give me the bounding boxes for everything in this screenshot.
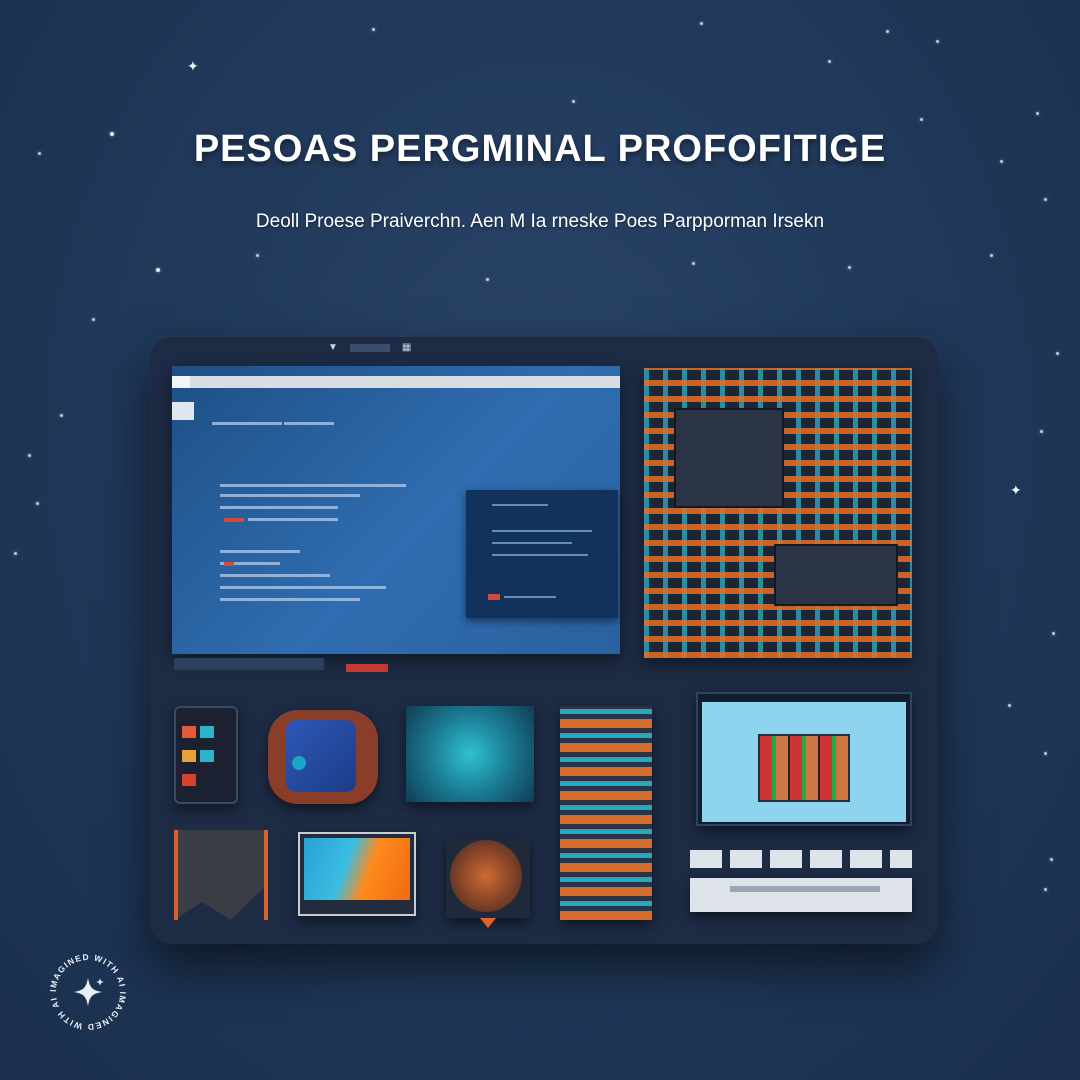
phone-mockup bbox=[174, 706, 238, 804]
page-title: PESOAS PERGMINAL PROFOFITIGE bbox=[193, 128, 887, 170]
small-sparkle-icon bbox=[96, 978, 104, 986]
status-indicator bbox=[346, 664, 388, 672]
app-badge bbox=[292, 756, 306, 770]
ui-showcase-panel: ▼ ▦ bbox=[150, 336, 938, 944]
stacked-layers-tile bbox=[560, 706, 652, 920]
texture-tile-frame bbox=[174, 830, 268, 920]
dialog-line bbox=[492, 504, 548, 506]
star-decoration bbox=[1052, 632, 1055, 635]
star-decoration bbox=[920, 118, 923, 121]
address-bar bbox=[172, 376, 620, 388]
app-icon-tile bbox=[268, 710, 378, 804]
star-decoration bbox=[936, 40, 939, 43]
imagined-with-ai-badge: IMAGINED WITH AI IMAGINED WITH AI bbox=[44, 948, 132, 1036]
sidebar-tab bbox=[172, 402, 194, 420]
star-decoration bbox=[1036, 112, 1039, 115]
star-decoration bbox=[1008, 704, 1011, 707]
star-decoration bbox=[372, 28, 375, 31]
text-line bbox=[220, 494, 360, 497]
text-line bbox=[220, 598, 360, 601]
text-line bbox=[284, 422, 334, 425]
city-glow bbox=[450, 840, 522, 912]
sparkle-icon: ✦ bbox=[1010, 483, 1022, 499]
chip-block bbox=[674, 408, 784, 508]
button-row bbox=[690, 850, 912, 868]
star-decoration bbox=[36, 502, 39, 505]
laptop-screen bbox=[304, 838, 410, 900]
star-decoration bbox=[1056, 352, 1059, 355]
text-line bbox=[220, 484, 406, 487]
star-decoration bbox=[1044, 752, 1047, 755]
star-decoration bbox=[14, 552, 17, 555]
dialog-line bbox=[492, 542, 572, 544]
badge-graphic: IMAGINED WITH AI IMAGINED WITH AI bbox=[48, 952, 127, 1032]
device-bar bbox=[690, 878, 912, 912]
grid-icon: ▦ bbox=[401, 342, 412, 353]
dialog-line bbox=[492, 530, 592, 532]
star-decoration bbox=[1040, 430, 1043, 433]
filter-icon: ▼ bbox=[328, 342, 338, 353]
highlight-mark bbox=[224, 562, 234, 566]
color-grid bbox=[758, 734, 850, 802]
star-decoration bbox=[1044, 888, 1047, 891]
star-decoration bbox=[886, 30, 889, 33]
text-line bbox=[220, 550, 300, 553]
chip-block bbox=[774, 544, 898, 606]
star-decoration bbox=[848, 266, 851, 269]
star-decoration bbox=[990, 254, 993, 257]
star-decoration bbox=[828, 60, 831, 63]
star-decoration bbox=[572, 100, 575, 103]
monitor-mockup bbox=[696, 692, 912, 826]
pointer-marker bbox=[480, 918, 496, 928]
browser-window-mockup bbox=[172, 366, 620, 654]
dialog-line bbox=[504, 596, 556, 598]
star-decoration bbox=[156, 268, 160, 272]
abstract-pattern-tile bbox=[406, 706, 534, 802]
text-line bbox=[212, 422, 282, 425]
text-line bbox=[220, 586, 386, 589]
star-decoration bbox=[256, 254, 259, 257]
text-line bbox=[248, 518, 338, 521]
panel-toolbar: ▼ ▦ bbox=[328, 342, 411, 353]
star-decoration bbox=[28, 454, 31, 457]
status-strip bbox=[174, 658, 324, 670]
dialog-popup bbox=[466, 490, 618, 618]
highlight-mark bbox=[488, 594, 500, 600]
sparkle-icon: ✦ bbox=[187, 59, 199, 75]
star-decoration bbox=[692, 262, 695, 265]
city-scene-tile bbox=[446, 836, 530, 928]
circuit-board-image bbox=[644, 368, 912, 658]
star-decoration bbox=[60, 414, 63, 417]
star-decoration bbox=[700, 22, 703, 25]
page-subtitle: Deoll Proese Praiverchn. Aen M Ia rneske… bbox=[255, 211, 825, 232]
star-decoration bbox=[1044, 198, 1047, 201]
dialog-line bbox=[492, 554, 588, 556]
toolbar-slot bbox=[349, 343, 390, 352]
star-decoration bbox=[1050, 858, 1053, 861]
text-line bbox=[220, 506, 338, 509]
star-decoration bbox=[92, 318, 95, 321]
star-decoration bbox=[486, 278, 489, 281]
highlight-mark bbox=[224, 518, 244, 522]
laptop-mockup bbox=[298, 832, 416, 916]
text-line bbox=[220, 574, 330, 577]
